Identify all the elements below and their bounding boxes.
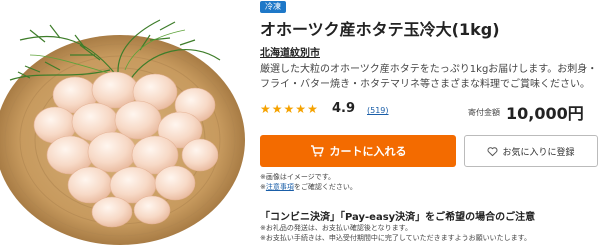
product-description: 厳選した大粒のオホーツク産ホタテをたっぷり1kgお届けします。お刺身・ フライ・… [260,62,598,92]
caution-link[interactable]: 注意事項 [266,183,294,191]
heart-outline-icon [487,146,498,157]
donation-amount-label: 寄付金額 [468,108,500,117]
image-note: ※画像はイメージです。 [260,173,336,181]
review-count-link[interactable]: (519) [367,106,389,115]
caution-note: ※注意事項をご確認ください。 [260,182,357,192]
add-to-cart-label: カートに入れる [329,145,407,158]
add-to-favorites-label: お気に入りに登録 [502,147,575,158]
donation-amount: 10,000円 [506,104,584,123]
payment-note: ※お支払い手続きは、申込受付期間中に完了していただきますようお願いいたします。 [260,234,531,242]
description-line: フライ・バター焼き・ホタテマリネ等さまざまな料理でご賞味ください。 [260,79,590,90]
payment-notice-lines: ※お礼品の発送は、お支払い確認後となります。 ※お支払い手続きは、申込受付期間中… [260,223,531,243]
star-icon: ★ [295,102,308,116]
rating-price-row: ★★★★★ 4.9 (519) 寄付金額 10,000円 [260,101,598,123]
note-suffix: をご確認ください。 [293,183,357,191]
payment-note: ※お礼品の発送は、お支払い確認後となります。 [260,224,412,232]
cart-icon [310,144,324,158]
add-to-favorites-button[interactable]: お気に入りに登録 [464,135,598,167]
star-icon: ★ [307,102,319,116]
rating-stars: ★★★★★ [260,102,319,116]
scallops-on-bamboo-tray-image [0,0,250,245]
star-icon: ★ [283,102,296,116]
product-photo[interactable] [0,0,250,245]
rating-score: 4.9 [332,101,356,116]
description-line: 厳選した大粒のオホーツク産ホタテをたっぷり1kgお届けします。お刺身・ [260,64,598,75]
star-icon: ★ [271,102,284,116]
add-to-cart-button[interactable]: カートに入れる [260,135,456,167]
product-title: オホーツク産ホタテ玉冷大(1kg) [260,20,500,39]
payment-notice-heading: 「コンビニ決済」「Pay-easy決済」をご希望の場合のご注意 [260,212,536,223]
municipality-link[interactable]: 北海道紋別市 [260,44,320,59]
star-icon: ★ [260,102,272,116]
notes: ※画像はイメージです。 ※注意事項をご確認ください。 [260,172,357,192]
product-info-panel: 冷凍 オホーツク産ホタテ玉冷大(1kg) 北海道紋別市 厳選した大粒のオホーツク… [258,0,600,245]
frozen-badge: 冷凍 [260,1,286,13]
